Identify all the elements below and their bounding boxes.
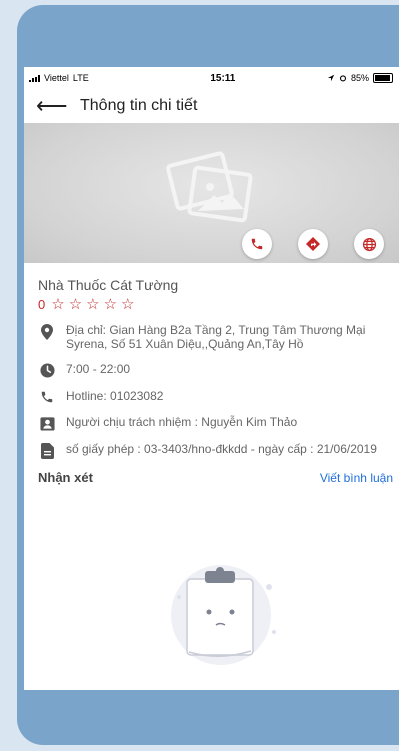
status-right: 85%: [327, 73, 393, 83]
back-arrow-icon[interactable]: ⟵: [36, 95, 70, 117]
status-bar: Viettel LTE 15:11 85%: [24, 67, 399, 89]
person-badge-icon: [38, 416, 56, 431]
clock: 15:11: [210, 72, 236, 84]
write-review-link[interactable]: Viết bình luận: [320, 471, 393, 485]
carrier-label: Viettel: [44, 73, 69, 83]
page-title: Thông tin chi tiết: [80, 97, 198, 114]
battery-percent: 85%: [350, 73, 369, 83]
address-row: Địa chỉ: Gian Hàng B2a Tầng 2, Trung Tâm…: [38, 323, 399, 351]
device-frame: Viettel LTE 15:11 85% ⟵ Thông tin chi ti…: [17, 5, 399, 745]
status-left: Viettel LTE: [29, 73, 89, 83]
location-pin-icon: [38, 324, 56, 340]
app-screen: Viettel LTE 15:11 85% ⟵ Thông tin chi ti…: [24, 67, 399, 690]
globe-icon: [362, 237, 376, 251]
hours-text: 7:00 - 22:00: [66, 362, 131, 376]
store-name: Nhà Thuốc Cát Tường: [38, 277, 179, 293]
network-label: LTE: [72, 73, 89, 83]
star-icon[interactable]: ☆: [69, 295, 82, 313]
directions-icon: [306, 237, 320, 251]
rating-row: 0 ☆ ☆ ☆ ☆ ☆: [38, 295, 399, 313]
store-image-banner: [24, 123, 399, 263]
info-list: Địa chỉ: Gian Hàng B2a Tầng 2, Trung Tâm…: [38, 323, 399, 459]
responsible-row: Người chịu trách nhiệm : Nguyễn Kim Thảo: [38, 415, 399, 431]
star-icon[interactable]: ☆: [104, 295, 117, 313]
directions-button[interactable]: [298, 229, 328, 259]
website-button[interactable]: [354, 229, 384, 259]
phone-icon: [38, 390, 56, 404]
responsible-text: Người chịu trách nhiệm : Nguyễn Kim Thảo: [66, 415, 298, 429]
store-details: Nhà Thuốc Cát Tường 0 ☆ ☆ ☆ ☆ ☆ Địa chỉ:…: [24, 277, 399, 485]
hotline-text[interactable]: Hotline: 01023082: [66, 389, 169, 403]
reviews-header: Nhận xét Viết bình luận: [38, 470, 399, 485]
empty-reviews-illustration: [171, 565, 276, 665]
license-row: số giấy phép : 03-3403/hno-đkkdd - ngày …: [38, 442, 399, 459]
clock-icon: [38, 363, 56, 378]
hours-row: 7:00 - 22:00: [38, 362, 399, 378]
reviews-title: Nhận xét: [38, 470, 93, 485]
address-text: Địa chỉ: Gian Hàng B2a Tầng 2, Trung Tâm…: [66, 323, 366, 351]
star-icon[interactable]: ☆: [86, 295, 99, 313]
document-icon: [38, 443, 56, 459]
battery-icon: [373, 73, 393, 83]
call-button[interactable]: [242, 229, 272, 259]
app-bar: ⟵ Thông tin chi tiết: [24, 89, 399, 123]
hotline-row[interactable]: Hotline: 01023082: [38, 389, 399, 404]
rating-value: 0: [38, 296, 46, 312]
location-arrow-icon: [327, 74, 335, 82]
image-placeholder-icon: [166, 151, 253, 223]
phone-icon: [251, 238, 263, 250]
license-text: số giấy phép : 03-3403/hno-đkkdd - ngày …: [66, 442, 377, 456]
star-icon[interactable]: ☆: [51, 295, 64, 313]
alarm-icon: [339, 75, 347, 82]
signal-icon: [29, 74, 40, 82]
star-icon[interactable]: ☆: [121, 295, 134, 313]
